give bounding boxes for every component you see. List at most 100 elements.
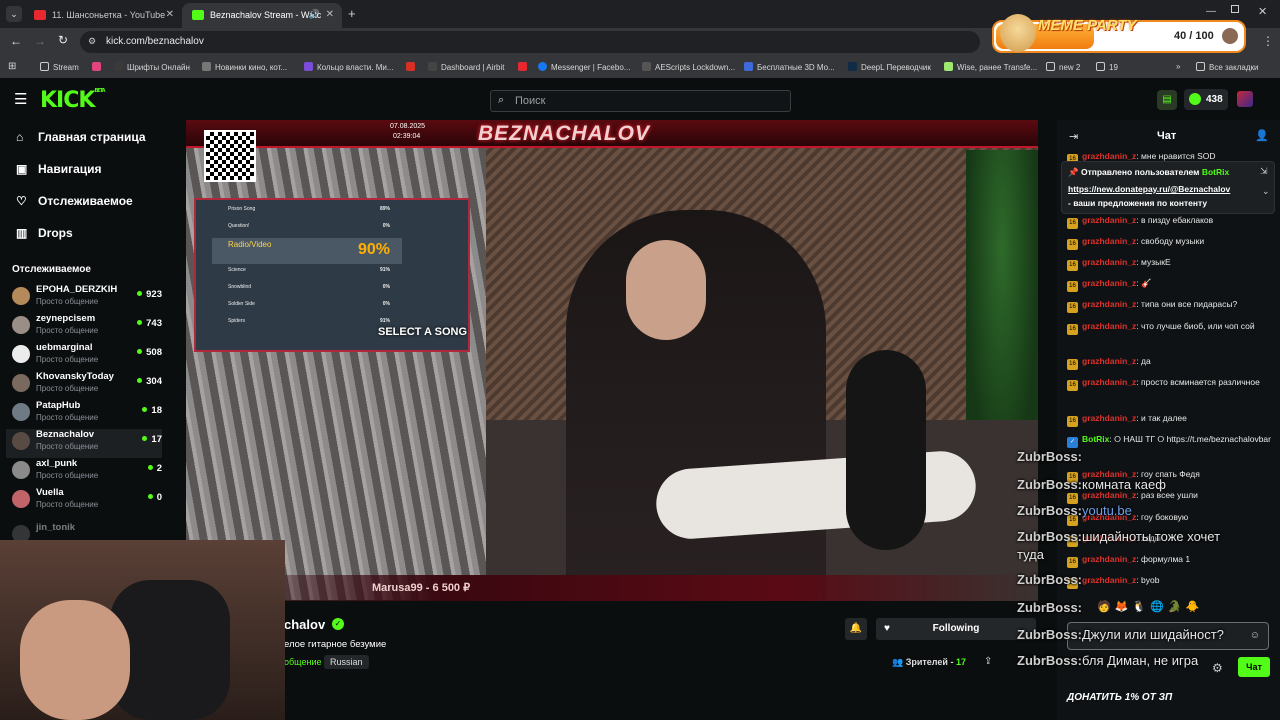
chat-users-icon[interactable]: 👤 <box>1255 129 1269 142</box>
chat-username[interactable]: BotRix <box>1082 434 1109 444</box>
bookmark-item[interactable]: Бесплатные 3D Mo... <box>744 62 835 72</box>
site-info-icon[interactable]: ⚙ <box>88 36 96 47</box>
following-button[interactable]: ♥ Following <box>876 618 1036 640</box>
user-avatar[interactable] <box>1237 91 1253 107</box>
song-score: 91% <box>379 267 390 273</box>
chat-send-button[interactable]: Чат <box>1238 657 1270 677</box>
nav-drops[interactable]: ▥ Drops <box>16 226 73 240</box>
window-close-icon[interactable]: ✕ <box>1258 5 1267 18</box>
bookmark-item[interactable]: Wise, ранее Transfe... <box>944 62 1037 72</box>
song-score: 0% <box>382 301 390 307</box>
coins-button[interactable]: 438 <box>1184 89 1228 110</box>
sidebar-channel[interactable]: Vuella Просто общение 0 <box>12 487 162 516</box>
reload-icon[interactable]: ↻ <box>58 33 68 47</box>
chat-username[interactable]: grazhdanin_z <box>1082 236 1136 246</box>
browser-menu-icon[interactable]: ⋮ <box>1262 34 1274 48</box>
emoji-icon[interactable]: ☺ <box>1250 630 1260 641</box>
bookmark-item[interactable] <box>518 62 531 72</box>
chat-text: в пизду ебаклаков <box>1141 215 1214 225</box>
chat-username[interactable]: grazhdanin_z <box>1082 299 1136 309</box>
url-field[interactable]: ⚙ kick.com/beznachalov <box>80 31 980 53</box>
pinned-text: - ваши предложения по контенту <box>1068 198 1208 208</box>
bookmark-folder[interactable]: new 2 <box>1046 62 1080 72</box>
sidebar-channel[interactable]: axl_punk Просто общение 2 <box>12 458 162 487</box>
back-icon[interactable]: ← <box>10 34 22 48</box>
chat-username[interactable]: grazhdanin_z <box>1082 413 1136 423</box>
menu-icon[interactable]: ☰ <box>14 90 27 108</box>
chat-settings-icon[interactable]: ⚙ <box>1212 661 1223 675</box>
avatar <box>12 403 30 421</box>
avatar <box>12 287 30 305</box>
chat-username[interactable]: grazhdanin_z <box>1082 151 1136 161</box>
sidebar-channel[interactable]: zeynepcisem Просто общение 743 <box>12 313 162 342</box>
bookmark-item[interactable]: Dashboard | Airbit <box>428 62 504 72</box>
chat-text: формулма 1 <box>1141 554 1191 564</box>
game-menu-item: Snowblind 0% <box>212 282 402 298</box>
chat-username[interactable]: grazhdanin_z <box>1082 554 1136 564</box>
more-bookmarks-icon[interactable]: » <box>1176 62 1180 71</box>
nav-home[interactable]: ⌂ Главная страница <box>16 130 146 144</box>
nav-browse[interactable]: ▣ Навигация <box>16 162 102 176</box>
avatar <box>12 374 30 392</box>
tab-search-chevron-icon[interactable]: ⌄ <box>6 6 22 22</box>
window-minimize-icon[interactable]: — <box>1206 6 1216 17</box>
close-tab-icon[interactable]: ✕ <box>326 9 334 20</box>
channel-name: EPOHA_DERZKIH <box>36 284 118 295</box>
bookmark-item[interactable]: Stream <box>40 62 79 72</box>
video-player[interactable]: BEZNACHALOV 07.08.2025 02:39:04 Prison S… <box>186 120 1038 601</box>
expand-chevron-icon[interactable]: ⌄ <box>1262 186 1270 197</box>
pinned-link[interactable]: https://new.donatepay.ru/@Beznachalov <box>1068 184 1248 194</box>
kick-logo[interactable]: KICKBETA <box>40 88 106 113</box>
pin-toggle-icon[interactable]: ⇲ <box>1260 166 1268 177</box>
song-score: 90% <box>357 241 390 258</box>
bookmark-item[interactable]: Кольцо власти. Ми... <box>304 62 394 72</box>
chat-username[interactable]: grazhdanin_z <box>1082 215 1136 225</box>
bookmark-item[interactable]: AEScripts Lockdown... <box>642 62 735 72</box>
category-link[interactable]: общение <box>284 657 321 667</box>
chat-username[interactable]: grazhdanin_z <box>1082 575 1136 585</box>
kick-app-icon[interactable]: ▤ <box>1157 90 1177 110</box>
song-name: Prison Song <box>228 206 256 212</box>
all-bookmarks-folder[interactable]: Все закладки <box>1196 62 1258 72</box>
bookmark-item[interactable]: DeepL Переводчик <box>848 62 931 72</box>
chat-text: типа они все пидарасы? <box>1141 299 1238 309</box>
new-tab-button[interactable]: + <box>348 6 356 21</box>
sidebar-channel[interactable]: Beznachalov Просто общение 17 <box>6 429 162 458</box>
tab-kick[interactable]: Beznachalov Stream - Watc 🔊 ✕ <box>182 3 342 28</box>
bookmark-item[interactable]: Новинки кино, кот... <box>202 62 287 72</box>
channel-name[interactable]: chalov <box>284 617 325 632</box>
notification-bell-button[interactable]: 🔔 <box>845 618 867 640</box>
apps-icon[interactable]: ⊞ <box>8 61 16 72</box>
kick-header: ☰ KICKBETA ⌕ Поиск ▤ 438 <box>0 78 1280 120</box>
sidebar-channel[interactable]: PatapHub Просто общение 18 <box>12 400 162 429</box>
nav-following[interactable]: ♡ Отслеживаемое <box>16 194 133 208</box>
drops-icon: ▥ <box>16 226 28 240</box>
share-icon[interactable]: ⇪ <box>984 656 992 667</box>
tag-russian[interactable]: Russian <box>324 655 369 669</box>
tab-youtube[interactable]: 11. Шансоньетка - YouTube ✕ <box>24 3 182 28</box>
chat-username[interactable]: grazhdanin_z <box>1082 278 1136 288</box>
chat-username[interactable]: grazhdanin_z <box>1082 321 1136 331</box>
bookmark-item[interactable] <box>92 62 105 72</box>
search-input[interactable]: ⌕ Поиск <box>490 90 791 112</box>
audio-icon[interactable]: 🔊 <box>309 9 320 20</box>
chat-username[interactable]: grazhdanin_z <box>1082 257 1136 267</box>
chat-message: 16 grazhdanin_z: что лучше биоб, или чоп … <box>1067 319 1275 335</box>
pinned-message[interactable]: 📌 Отправлено пользователем BotRix https:… <box>1061 161 1275 214</box>
chat-username[interactable]: grazhdanin_z <box>1082 356 1136 366</box>
close-tab-icon[interactable]: ✕ <box>166 9 174 20</box>
channel-name: Vuella <box>36 487 64 498</box>
bookmark-item[interactable] <box>406 62 419 72</box>
bookmark-item[interactable]: Шрифты Онлайн <box>114 62 190 72</box>
sidebar-channel[interactable]: KhovanskyToday Просто общение 304 <box>12 371 162 400</box>
sidebar-channel[interactable]: uebmarginal Просто общение 508 <box>12 342 162 371</box>
chat-message: 16 grazhdanin_z: 🎸 <box>1067 276 1275 292</box>
overlay-chat-text: туда <box>1017 547 1044 562</box>
chat-username[interactable]: grazhdanin_z <box>1082 377 1136 387</box>
sidebar-channel[interactable]: EPOHA_DERZKIH Просто общение 923 <box>12 284 162 313</box>
forward-icon[interactable]: → <box>34 34 46 48</box>
collapse-chat-icon[interactable]: ⇥ <box>1069 130 1078 143</box>
bookmark-folder[interactable]: 19 <box>1096 62 1118 72</box>
bookmark-item[interactable]: Messenger | Facebo... <box>538 62 630 72</box>
window-restore-icon[interactable] <box>1231 5 1239 13</box>
